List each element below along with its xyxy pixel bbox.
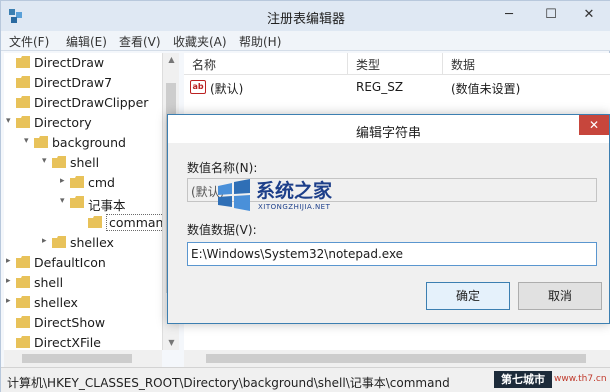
minimize-button[interactable]: ─ <box>487 1 531 29</box>
tree-item[interactable]: DirectDrawClipper <box>4 93 162 113</box>
tree-item-label: DefaultIcon <box>34 255 106 270</box>
tree-item[interactable]: command <box>4 213 162 233</box>
site-badge: 第七城市 <box>494 371 552 388</box>
cancel-button[interactable]: 取消 <box>518 282 602 310</box>
menu-bar: 文件(F) 编辑(E) 查看(V) 收藏夹(A) 帮助(H) <box>1 31 610 51</box>
tree-item-label: shell <box>34 275 64 290</box>
value-name: (默认) <box>210 82 244 96</box>
tree-item-label: DirectDraw7 <box>34 75 113 90</box>
dialog-title: 编辑字符串 <box>355 126 421 141</box>
collapse-arrow-icon[interactable]: ▾ <box>42 156 47 166</box>
tree-item-label: DirectShow <box>34 315 106 330</box>
tree-item-label: shell <box>70 155 100 170</box>
tree-item-label: cmd <box>88 175 115 190</box>
value-data-label: 数值数据(V): <box>187 223 257 237</box>
tree-item-label: shellex <box>34 295 78 310</box>
value-name-field[interactable]: (默认) <box>187 178 597 202</box>
tree-item-label: shellex <box>70 235 114 250</box>
folder-icon <box>16 256 30 268</box>
tree-item[interactable]: ▾ Directory <box>4 113 162 133</box>
expand-arrow-icon[interactable]: ▸ <box>42 236 47 246</box>
list-horizontal-scrollbar[interactable] <box>184 350 610 367</box>
value-type: REG_SZ <box>356 80 404 94</box>
tree-item[interactable]: DirectShow <box>4 313 162 333</box>
collapse-arrow-icon[interactable]: ▾ <box>24 136 29 146</box>
scroll-thumb[interactable] <box>206 354 586 363</box>
folder-icon <box>16 96 30 108</box>
menu-edit[interactable]: 编辑(E) <box>66 33 107 50</box>
status-path: 计算机\HKEY_CLASSES_ROOT\Directory\backgrou… <box>7 376 450 390</box>
ok-button[interactable]: 确定 <box>426 282 510 310</box>
list-header: 名称 类型 数据 <box>184 53 610 75</box>
value-data: (数值未设置) <box>451 82 521 96</box>
tree-item[interactable]: ▸ shellex <box>4 293 162 313</box>
menu-file[interactable]: 文件(F) <box>9 33 49 50</box>
tree-item-label: DirectXFile <box>34 335 101 350</box>
value-name-label: 数值名称(N): <box>187 161 258 175</box>
expand-arrow-icon[interactable]: ▸ <box>6 296 11 306</box>
folder-icon <box>52 156 66 168</box>
menu-help[interactable]: 帮助(H) <box>239 33 281 50</box>
tree-item-label: 记事本 <box>88 198 126 213</box>
tree-item[interactable]: DirectDraw7 <box>4 73 162 93</box>
tree-item[interactable]: ▾ shell <box>4 153 162 173</box>
folder-icon <box>16 296 30 308</box>
folder-icon <box>16 116 30 128</box>
tree-item[interactable]: ▸ cmd <box>4 173 162 193</box>
folder-icon <box>16 76 30 88</box>
scroll-up-arrow-icon[interactable]: ▲ <box>163 53 180 67</box>
list-item[interactable]: ab (默认) REG_SZ (数值未设置) <box>184 77 610 97</box>
folder-icon <box>88 216 102 228</box>
collapse-arrow-icon[interactable]: ▾ <box>60 196 65 206</box>
scroll-down-arrow-icon[interactable]: ▼ <box>163 336 180 350</box>
dialog-body: 数值名称(N): (默认) 数值数据(V): E:\Windows\System… <box>168 143 609 323</box>
folder-icon <box>16 56 30 68</box>
collapse-arrow-icon[interactable]: ▾ <box>6 116 11 126</box>
column-name-header[interactable]: 名称 <box>192 56 216 73</box>
scroll-thumb[interactable] <box>22 354 132 363</box>
menu-view[interactable]: 查看(V) <box>119 33 161 50</box>
tree-item-label: Directory <box>34 115 92 130</box>
expand-arrow-icon[interactable]: ▸ <box>60 176 65 186</box>
tree-item[interactable]: ▾ background <box>4 133 162 153</box>
tree-item-label: DirectDraw <box>34 55 105 70</box>
title-bar: 注册表编辑器 ─ ☐ ✕ <box>1 1 610 31</box>
expand-arrow-icon[interactable]: ▸ <box>6 256 11 266</box>
folder-icon <box>16 336 30 348</box>
tree-item-label: command <box>106 214 162 231</box>
value-data-field[interactable]: E:\Windows\System32\notepad.exe <box>187 242 597 266</box>
folder-icon <box>34 136 48 148</box>
folder-icon <box>52 236 66 248</box>
tree-item[interactable]: DirectDraw <box>4 53 162 73</box>
tree-item[interactable]: ▸ DefaultIcon <box>4 253 162 273</box>
dialog-close-button[interactable]: ✕ <box>579 115 609 135</box>
tree-item[interactable]: ▸ shellex <box>4 233 162 253</box>
registry-key-tree[interactable]: DirectDraw DirectDraw7 DirectDrawClipper ▾ D… <box>4 53 162 350</box>
column-type-header[interactable]: 类型 <box>356 56 380 73</box>
folder-icon <box>70 176 84 188</box>
dialog-title-bar: 编辑字符串 ✕ <box>168 115 609 143</box>
tree-item[interactable]: ▸ shell <box>4 273 162 293</box>
tree-item-label: DirectDrawClipper <box>34 95 149 110</box>
edit-string-dialog: 编辑字符串 ✕ 数值名称(N): (默认) 数值数据(V): E:\Window… <box>167 114 610 324</box>
expand-arrow-icon[interactable]: ▸ <box>6 276 11 286</box>
tree-horizontal-scrollbar[interactable] <box>4 350 162 367</box>
site-badge-url: www.th7.cn <box>554 374 607 384</box>
string-value-icon: ab <box>190 80 206 94</box>
tree-item-label: background <box>52 135 126 150</box>
tree-item[interactable]: ▾ 记事本 <box>4 193 162 213</box>
menu-favorites[interactable]: 收藏夹(A) <box>173 33 227 50</box>
close-button[interactable]: ✕ <box>567 1 610 29</box>
tree-item[interactable]: DirectXFile <box>4 333 162 350</box>
folder-icon <box>70 196 84 208</box>
column-data-header[interactable]: 数据 <box>451 56 475 73</box>
folder-icon <box>16 316 30 328</box>
folder-icon <box>16 276 30 288</box>
